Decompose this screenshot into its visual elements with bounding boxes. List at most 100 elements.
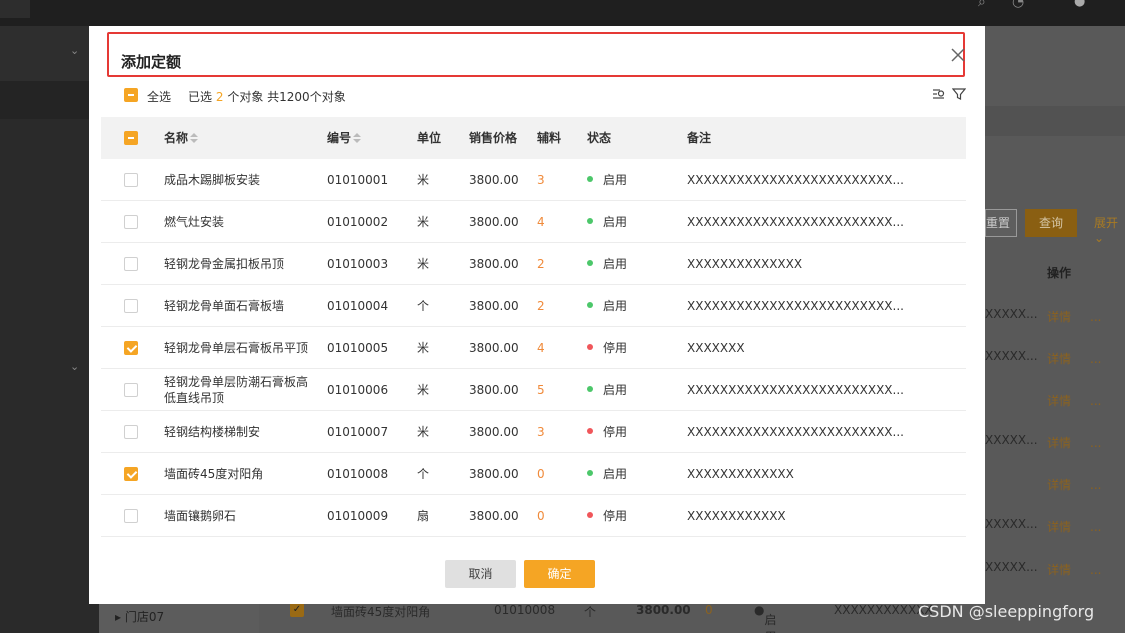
row-unit: 米 <box>417 425 430 439</box>
table-row[interactable]: 轻钢龙骨金属扣板吊顶 01010003 米 3800.00 2 启用 XXXXXXXXXXX… <box>101 243 966 285</box>
header-checkbox-cell <box>124 117 138 159</box>
row-status: 停用 <box>587 327 627 369</box>
row-unit: 扇 <box>417 509 430 523</box>
select-all-checkbox[interactable] <box>124 88 138 102</box>
bell-icon[interactable]: ◔ <box>1012 0 1024 10</box>
row-checkbox[interactable]: ✓ <box>290 603 304 617</box>
table-row[interactable]: 轻钢龙骨单层防潮石膏板高低直线吊顶 01010006 米 3800.00 5 启用 XXXX… <box>101 369 966 411</box>
more-actions-button[interactable]: ... <box>1090 310 1101 324</box>
sidebar-section[interactable]: ⌄ <box>0 26 99 81</box>
status-dot-icon <box>587 386 593 392</box>
table-row[interactable]: 轻钢结构楼梯制安 01010007 米 3800.00 3 停用 XXXXXXXXXXXXX… <box>101 411 966 453</box>
detail-link[interactable]: 详情 <box>1047 308 1071 325</box>
column-header-note: 备注 <box>687 131 712 145</box>
row-unit: 米 <box>417 257 430 271</box>
query-button[interactable]: 查询 <box>1025 209 1077 237</box>
status-dot-icon <box>587 470 593 476</box>
detail-link[interactable]: 详情 <box>1047 518 1071 535</box>
row-status: 启用 <box>587 369 627 411</box>
row-code: 01010006 <box>327 383 389 397</box>
row-unit: 米 <box>417 341 430 355</box>
table-row[interactable]: 墙面镶鹅卵石 01010009 扇 3800.00 0 停用 XXXXXXXXXXXX <box>101 495 966 537</box>
status-dot-icon <box>587 344 593 350</box>
more-actions-button[interactable]: ... <box>1090 520 1101 534</box>
row-checkbox-cell <box>124 243 138 285</box>
top-bar: ⌕ ◔ ● <box>0 0 1125 26</box>
row-note: XXXXXXXXXXXXXX <box>687 257 803 271</box>
bg-row-unit: 个 <box>584 605 597 619</box>
more-actions-button[interactable]: ... <box>1090 563 1101 577</box>
close-icon[interactable] <box>949 46 967 64</box>
status-dot-icon <box>587 428 593 434</box>
row-name: 轻钢龙骨单层防潮石膏板高低直线吊顶 <box>164 375 309 405</box>
reset-button[interactable]: 重置 <box>985 209 1017 237</box>
table-row[interactable]: 墙面砖45度对阳角 01010008 个 3800.00 0 启用 XXXXXXXXXXXX… <box>101 453 966 495</box>
row-checkbox[interactable] <box>124 466 138 481</box>
row-checkbox[interactable] <box>124 424 138 439</box>
row-status-label: 停用 <box>603 509 628 523</box>
row-unit: 米 <box>417 173 430 187</box>
column-settings-icon[interactable] <box>932 87 946 101</box>
row-checkbox[interactable] <box>124 256 138 271</box>
avatar[interactable]: ● <box>1074 0 1085 9</box>
row-code: 01010004 <box>327 299 389 313</box>
expand-link[interactable]: 展开 ⌄ <box>1094 214 1125 245</box>
row-note: XXXXXXXXXXXXXXXXXXXXXXXXX... <box>687 299 904 313</box>
table-row[interactable]: 燃气灶安装 01010002 米 3800.00 4 启用 XXXXXXXXXXXXXXXX… <box>101 201 966 243</box>
top-bar-logo-area <box>0 0 30 18</box>
table-row[interactable]: 成品木踢脚板安装 01010001 米 3800.00 3 启用 XXXXXXXXXXXXX… <box>101 159 966 201</box>
add-quota-dialog: 添加定额 全选 已选 2 个对象 共1200个对象 名称 编号 单位 销售价格 … <box>89 26 985 604</box>
row-checkbox[interactable] <box>124 508 138 523</box>
selected-prefix: 已选 <box>188 90 213 104</box>
row-status-label: 启用 <box>603 257 628 271</box>
detail-link[interactable]: 详情 <box>1047 392 1071 409</box>
row-note: XXXXXXXXXXXXXXXXXXXXXXXXX... <box>687 383 904 397</box>
row-name: 轻钢结构楼梯制安 <box>164 425 261 439</box>
row-aux: 4 <box>537 341 545 355</box>
header-select-all-checkbox[interactable] <box>124 130 138 145</box>
select-all-label[interactable]: 全选 <box>147 88 171 105</box>
row-checkbox[interactable] <box>124 340 138 355</box>
row-status: 停用 <box>587 495 627 537</box>
row-checkbox[interactable] <box>124 382 138 397</box>
detail-link[interactable]: 详情 <box>1047 434 1071 451</box>
dialog-header: 添加定额 <box>107 32 965 77</box>
more-actions-button[interactable]: ... <box>1090 352 1101 366</box>
row-price: 3800.00 <box>469 467 519 481</box>
more-actions-button[interactable]: ... <box>1090 394 1101 408</box>
sort-icon[interactable] <box>190 132 199 145</box>
row-name: 轻钢龙骨单层石膏板吊平顶 <box>164 341 309 355</box>
row-note: XXXXXXXXXXXXXXXXXXXXXXXXX... <box>687 215 904 229</box>
more-actions-button[interactable]: ... <box>1090 478 1101 492</box>
row-code: 01010009 <box>327 509 389 523</box>
detail-link[interactable]: 详情 <box>1047 350 1071 367</box>
table-row[interactable]: 轻钢龙骨单面石膏板墙 01010004 个 3800.00 2 启用 XXXXXXXXXXX… <box>101 285 966 327</box>
row-note: XXXXXXX <box>687 341 745 355</box>
sort-icon[interactable] <box>353 132 362 145</box>
filter-icon[interactable] <box>952 87 966 101</box>
detail-link[interactable]: 详情 <box>1047 561 1071 578</box>
search-icon[interactable]: ⌕ <box>978 0 986 10</box>
sidebar-section-active[interactable] <box>0 81 99 119</box>
column-header-code[interactable]: 编号 <box>327 117 362 159</box>
status-dot-icon <box>587 512 593 518</box>
operation-column-header: 操作 <box>1047 266 1072 280</box>
row-checkbox-cell <box>124 495 138 537</box>
row-aux: 2 <box>537 299 545 313</box>
column-header-name[interactable]: 名称 <box>164 117 319 159</box>
detail-link[interactable]: 详情 <box>1047 476 1071 493</box>
confirm-button[interactable]: 确定 <box>524 560 595 588</box>
more-actions-button[interactable]: ... <box>1090 436 1101 450</box>
selected-suffix: 个对象 <box>227 90 264 104</box>
column-header-status: 状态 <box>587 131 612 145</box>
table-row[interactable]: 轻钢龙骨单层石膏板吊平顶 01010005 米 3800.00 4 停用 XXXXXXX <box>101 327 966 369</box>
row-aux: 0 <box>537 509 545 523</box>
row-checkbox[interactable] <box>124 214 138 229</box>
tree-item[interactable]: ▸ 门店07 <box>115 608 164 625</box>
row-checkbox[interactable] <box>124 172 138 187</box>
row-price: 3800.00 <box>469 383 519 397</box>
status-dot-icon <box>587 218 593 224</box>
cancel-button[interactable]: 取消 <box>445 560 516 588</box>
dialog-title: 添加定额 <box>121 53 182 71</box>
row-checkbox[interactable] <box>124 298 138 313</box>
